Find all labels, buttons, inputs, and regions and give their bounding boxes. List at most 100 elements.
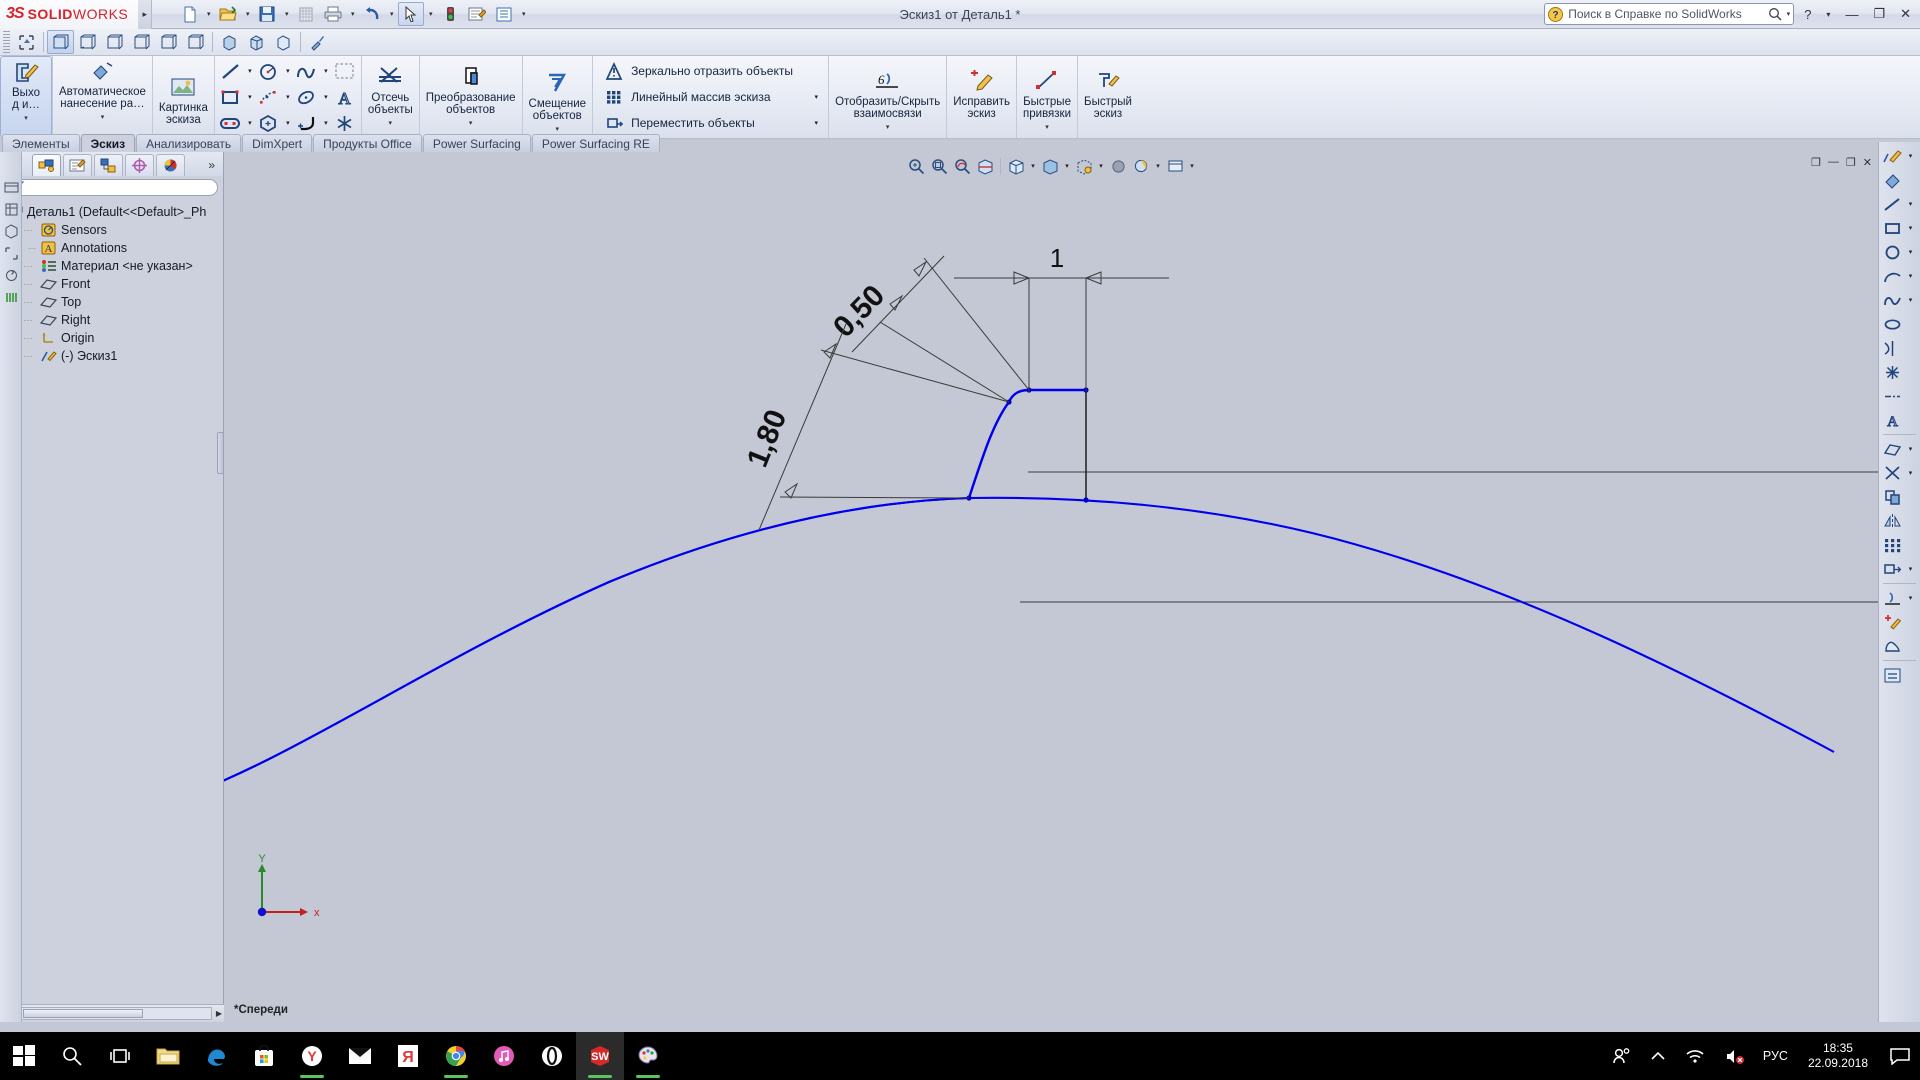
rt-point-button[interactable] — [1879, 360, 1920, 384]
rt-circle-caret[interactable]: ▾ — [1905, 248, 1916, 256]
tab-power-surfacing-re[interactable]: Power Surfacing RE — [531, 134, 660, 152]
rt-line-caret[interactable]: ▾ — [1905, 200, 1916, 208]
rt-relations-caret[interactable]: ▾ — [1905, 594, 1916, 602]
feature-tree-hscrollbar[interactable] — [12, 1007, 212, 1020]
taskbar-chrome[interactable] — [432, 1032, 480, 1080]
sketch-picture-button[interactable]: Картинка эскиза — [153, 56, 214, 138]
scroll-right-arrow[interactable]: ▶ — [214, 1009, 224, 1018]
rectangle-tool-caret[interactable]: ▾ — [244, 85, 256, 109]
view-orientation-right-button[interactable] — [128, 30, 155, 54]
minimize-button[interactable]: — — [1840, 7, 1863, 22]
section-view-icon[interactable] — [974, 156, 996, 177]
taskbar-itunes[interactable] — [480, 1032, 528, 1080]
taskbar-task-view-button[interactable] — [96, 1032, 144, 1080]
tree-item-right-plane[interactable]: ⋯ Right — [20, 311, 223, 329]
display-style-shaded-button[interactable] — [216, 30, 243, 54]
tab-sketch[interactable]: Эскиз — [80, 134, 136, 152]
rt-spline-button[interactable]: ▾ — [1879, 288, 1920, 312]
display-delete-relations-button[interactable]: 6 Отобразить/Скрыть взаимосвязи ▾ — [829, 56, 946, 138]
convert-entities-button[interactable]: Преобразование объектов ▾ — [420, 56, 522, 138]
rt-repair-button[interactable] — [1879, 610, 1920, 634]
doc-maximize-icon[interactable]: ❐ — [1846, 156, 1856, 169]
zoom-to-area-icon[interactable] — [928, 156, 950, 177]
edit-appearance-button[interactable] — [304, 30, 331, 54]
ellipse-tool-button[interactable] — [294, 85, 320, 109]
display-style-shaded-edges-button[interactable] — [243, 30, 270, 54]
fillet-tool-button[interactable] — [294, 111, 320, 135]
clock[interactable]: 18:35 22.09.2018 — [1796, 1041, 1880, 1071]
graphics-area[interactable]: ▾ ▾ ▾ ▾ ▾ ❐ — ❐ ✕ 1 0,50 1,80 Y x *Спере… — [224, 152, 1878, 1022]
rt-trim-caret[interactable]: ▾ — [1905, 469, 1916, 477]
apply-scene-caret[interactable]: ▾ — [1153, 156, 1163, 177]
rt-plane-caret[interactable]: ▾ — [1905, 445, 1916, 453]
doc-close-icon[interactable]: ✕ — [1863, 156, 1872, 169]
tab-features[interactable]: Элементы — [2, 134, 80, 152]
rotate-mini-icon[interactable] — [0, 264, 22, 286]
hide-show-icon[interactable] — [1073, 156, 1095, 177]
view-orientation-mini-icon[interactable] — [0, 198, 22, 220]
hide-show-items-icon[interactable] — [0, 176, 22, 198]
rt-rectangle-caret[interactable]: ▾ — [1905, 224, 1916, 232]
close-button[interactable]: ✕ — [1895, 6, 1916, 22]
doc-minimize-icon[interactable]: — — [1828, 156, 1839, 169]
view-orientation-top-button[interactable] — [155, 30, 182, 54]
tab-dimxpert[interactable]: DimXpert — [242, 134, 313, 152]
rt-ellipse-button[interactable] — [1879, 312, 1920, 336]
view-orientation-icon[interactable] — [1005, 156, 1027, 177]
panel-splitter-handle[interactable] — [217, 432, 224, 474]
point-cloud-tool-button[interactable] — [256, 85, 282, 109]
display-style-wireframe-button[interactable] — [270, 30, 297, 54]
view-orientation-back-button[interactable] — [74, 30, 101, 54]
help-caret[interactable]: ▾ — [1821, 10, 1835, 19]
convert-entities-caret[interactable]: ▾ — [469, 118, 473, 130]
taskbar-paint[interactable] — [624, 1032, 672, 1080]
people-icon[interactable] — [1601, 1047, 1641, 1065]
feature-manager-more-button[interactable]: » — [208, 158, 221, 172]
smart-dimension-caret[interactable]: ▾ — [101, 112, 105, 124]
tab-office-products[interactable]: Продукты Office — [313, 134, 422, 152]
help-button[interactable]: ? — [1799, 7, 1816, 22]
rt-contour-button[interactable] — [1879, 634, 1920, 658]
doc-restore-icon[interactable]: ❐ — [1811, 156, 1821, 169]
rt-arc-caret[interactable]: ▾ — [1905, 272, 1916, 280]
select-chain-button[interactable] — [332, 59, 358, 83]
view-settings-caret[interactable]: ▾ — [1187, 156, 1197, 177]
polygon-tool-button[interactable] — [256, 111, 282, 135]
feature-tree-filter-input[interactable] — [5, 179, 218, 196]
toolbar-grip[interactable] — [3, 31, 10, 53]
rectangle-tool-button[interactable] — [218, 85, 244, 109]
hide-show-caret[interactable]: ▾ — [1096, 156, 1106, 177]
tree-item-sensors[interactable]: ⋯ Sensors — [20, 221, 223, 239]
repair-sketch-button[interactable]: Исправить эскиз — [947, 56, 1016, 138]
fillet-tool-caret[interactable]: ▾ — [320, 111, 332, 135]
fm-tab-dimxpert-manager[interactable] — [125, 154, 154, 176]
scrollbar-thumb[interactable] — [23, 1009, 144, 1018]
rt-arc-button[interactable]: ▾ — [1879, 264, 1920, 288]
fm-tab-display-manager[interactable] — [156, 154, 185, 176]
circle-tool-caret[interactable]: ▾ — [282, 59, 294, 83]
chevron-up-icon[interactable] — [1641, 1051, 1675, 1061]
taskbar-store[interactable] — [240, 1032, 288, 1080]
smart-dimension-button[interactable]: Автоматическое нанесение ра… ▾ — [53, 56, 152, 138]
tree-item-origin[interactable]: ⋯ Origin — [20, 329, 223, 347]
tree-item-material[interactable]: ⋯ Материал <не указан> — [20, 257, 223, 275]
rt-centerline-button[interactable] — [1879, 384, 1920, 408]
taskbar-yandex[interactable]: Я — [384, 1032, 432, 1080]
construction-geometry-button[interactable] — [332, 111, 358, 135]
appearance-mini-icon[interactable] — [0, 286, 22, 308]
taskbar-start-button[interactable] — [0, 1032, 48, 1080]
tree-item-sketch1[interactable]: ⋯ (-) Эскиз1 — [20, 347, 223, 365]
sketch-canvas[interactable]: 1 0,50 1,80 Y x — [224, 152, 1878, 1022]
apply-scene-icon[interactable] — [1130, 156, 1152, 177]
rt-line-button[interactable]: ▾ — [1879, 192, 1920, 216]
wifi-icon[interactable] — [1675, 1048, 1715, 1064]
polygon-tool-caret[interactable]: ▾ — [282, 111, 294, 135]
zoom-to-fit-icon[interactable] — [905, 156, 927, 177]
ellipse-tool-caret[interactable]: ▾ — [320, 85, 332, 109]
fm-tab-feature-tree[interactable] — [32, 154, 61, 176]
trim-entities-button[interactable]: Отсечь объекты ▾ — [362, 56, 419, 138]
tab-evaluate[interactable]: Анализировать — [136, 134, 242, 152]
taskbar-search-button[interactable] — [48, 1032, 96, 1080]
spline-tool-button[interactable] — [294, 59, 320, 83]
linear-sketch-pattern-button[interactable]: Линейный массив эскиза ▾ — [599, 84, 822, 110]
